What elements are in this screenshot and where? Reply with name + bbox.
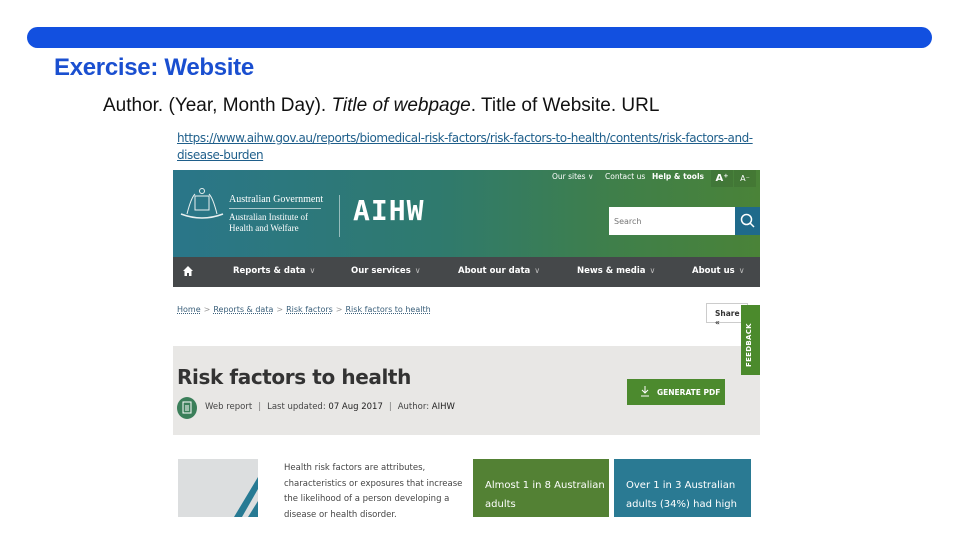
generate-pdf-button[interactable]: GENERATE PDF: [627, 379, 725, 405]
chevron-down-icon: ∨: [309, 266, 316, 275]
search-button[interactable]: [735, 207, 760, 235]
breadcrumb: Home > Reports & data > Risk factors > Risk fa…: [177, 305, 431, 314]
chevron-down-icon: ∨: [649, 266, 656, 275]
stat-card[interactable]: Almost 1 in 8 Australian adults: [473, 459, 609, 517]
nav-our-services[interactable]: Our services ∨: [351, 266, 421, 276]
our-sites-link[interactable]: Our sites ∨: [552, 172, 593, 181]
aihw-logo[interactable]: AIHW: [353, 194, 424, 227]
feedback-tab[interactable]: FEEDBACK: [741, 305, 760, 375]
citation-italic: Title of webpage: [331, 95, 471, 116]
breadcrumb-separator: >: [203, 305, 211, 314]
gov-name: Australian Government: [229, 194, 324, 205]
report-author: AIHW: [431, 402, 455, 412]
breadcrumb-risk-factors-to-health[interactable]: Risk factors to health: [346, 305, 431, 314]
last-updated-date: 07 Aug 2017: [328, 402, 383, 412]
chevron-down-icon: ∨: [534, 266, 541, 275]
site-header: Australian Government Australian Institu…: [173, 170, 760, 257]
website-screenshot: Australian Government Australian Institu…: [173, 170, 760, 520]
slide-title: Exercise: Website: [54, 54, 254, 81]
search-icon: [740, 213, 755, 228]
breadcrumb-separator: >: [276, 305, 284, 314]
breadcrumb-separator: >: [335, 305, 343, 314]
breadcrumb-risk-factors[interactable]: Risk factors: [286, 305, 333, 314]
webpage-url-link[interactable]: https://www.aihw.gov.au/reports/biomedic…: [177, 130, 767, 164]
decorative-graphic: [178, 459, 258, 517]
font-increase-button[interactable]: A⁺: [711, 170, 733, 187]
home-icon[interactable]: [182, 265, 194, 277]
help-tools-link[interactable]: Help & tools: [652, 172, 704, 181]
divider: [339, 195, 340, 237]
institute-name: Australian Institute of Health and Welfa…: [229, 212, 308, 233]
divider: [229, 208, 321, 209]
chevron-down-icon: ∨: [738, 266, 745, 275]
nav-about-our-data[interactable]: About our data ∨: [458, 266, 540, 276]
search-input[interactable]: [609, 207, 735, 235]
document-icon: [177, 397, 197, 419]
coat-of-arms-icon: [180, 188, 224, 219]
nav-reports-data[interactable]: Reports & data ∨: [233, 266, 315, 276]
report-type: Web report: [205, 402, 253, 412]
breadcrumb-home[interactable]: Home: [177, 305, 201, 314]
page-title: Risk factors to health: [177, 365, 411, 389]
nav-news-media[interactable]: News & media ∨: [577, 266, 655, 276]
intro-text: Health risk factors are attributes, char…: [284, 463, 463, 520]
nav-about-us[interactable]: About us ∨: [692, 266, 745, 276]
chevron-down-icon: ∨: [414, 266, 421, 275]
main-nav: Reports & data ∨ Our services ∨ About our …: [173, 257, 760, 287]
citation-format: Author. (Year, Month Day). Title of webp…: [103, 95, 659, 117]
stat-card[interactable]: Over 1 in 3 Australian adults (34%) had …: [614, 459, 751, 517]
contact-us-link[interactable]: Contact us: [605, 172, 645, 181]
download-icon: [641, 386, 649, 397]
page-header-panel: Risk factors to health Web report | Last u…: [173, 346, 760, 435]
slide-accent-bar: [27, 27, 932, 48]
citation-part1: Author. (Year, Month Day).: [103, 95, 332, 116]
report-meta: Web report | Last updated: 07 Aug 2017 | Aut…: [205, 402, 455, 412]
breadcrumb-reports-data[interactable]: Reports & data: [213, 305, 273, 314]
font-decrease-button[interactable]: A⁻: [734, 170, 756, 187]
citation-part2: . Title of Website. URL: [470, 95, 660, 116]
